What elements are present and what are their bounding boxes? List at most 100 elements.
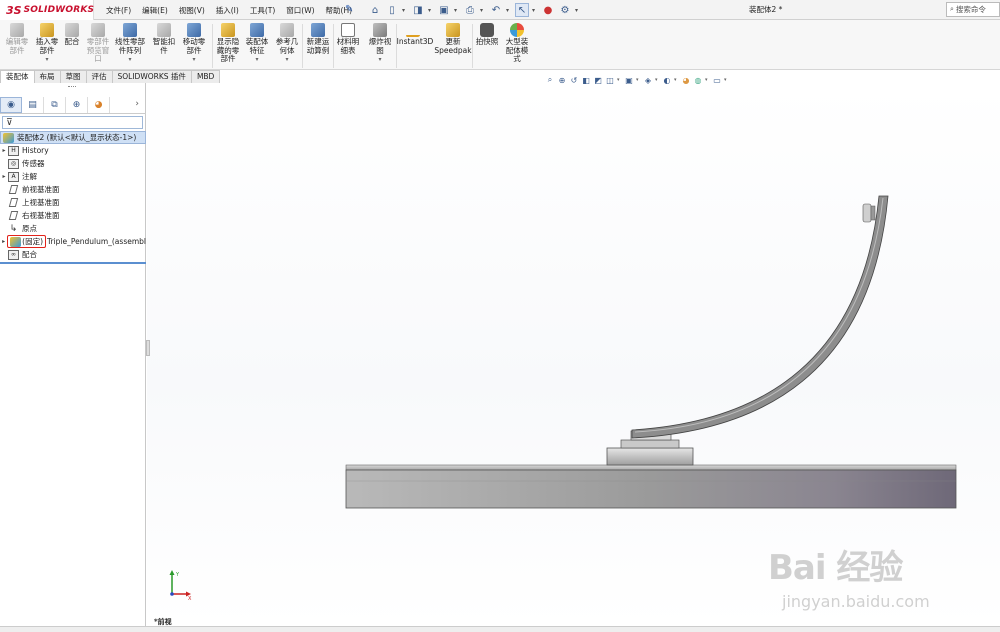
- assembly-features-button[interactable]: 装配体 特征 ▾: [243, 23, 271, 65]
- menu-edit[interactable]: 编辑(E): [142, 5, 168, 16]
- feature-manager-tab-icon[interactable]: ◉: [0, 97, 22, 113]
- edit-appearance-icon[interactable]: ◕: [681, 75, 691, 85]
- tree-item-origin[interactable]: ↳ 原点: [0, 222, 146, 235]
- zoom-to-fit-icon[interactable]: ⌕: [545, 75, 555, 85]
- chevron-down-icon[interactable]: ▾: [402, 7, 408, 14]
- property-manager-tab-icon[interactable]: ▤: [22, 97, 44, 113]
- save-icon[interactable]: ▣: [437, 3, 451, 17]
- new-motion-study-button[interactable]: 新建运 动算例: [304, 23, 332, 55]
- top-joint[interactable]: [862, 203, 876, 223]
- menu-insert[interactable]: 插入(I): [216, 5, 239, 16]
- tab-assembly[interactable]: 装配体: [0, 70, 35, 83]
- chevron-down-icon[interactable]: ▾: [45, 56, 48, 65]
- zoom-to-area-icon[interactable]: ⊕: [557, 75, 567, 85]
- instant3d-button[interactable]: Instant3D: [396, 23, 434, 47]
- search-input[interactable]: ⌕ 搜索命令: [946, 2, 1000, 17]
- expand-arrow-icon[interactable]: ▸: [0, 238, 7, 245]
- solidworks-logo[interactable]: 3S SOLIDWORKS: [0, 0, 94, 20]
- chevron-down-icon[interactable]: ▾: [454, 7, 460, 14]
- tab-evaluate[interactable]: 评估: [85, 70, 113, 83]
- instant3d-label: Instant3D: [396, 37, 434, 46]
- chevron-down-icon[interactable]: ▾: [724, 77, 729, 83]
- print-icon[interactable]: ⎙: [463, 3, 477, 17]
- section-view-icon[interactable]: ◧: [581, 75, 591, 85]
- previous-view-icon[interactable]: ↺: [569, 75, 579, 85]
- tab-addins[interactable]: SOLIDWORKS 插件: [111, 70, 192, 83]
- apply-scene-icon[interactable]: ◍: [693, 75, 703, 85]
- tree-item-front-plane[interactable]: 前视基准面: [0, 183, 146, 196]
- mate-button[interactable]: 配合: [63, 23, 81, 47]
- tree-item-right-plane[interactable]: 右视基准面: [0, 209, 146, 222]
- move-component-button[interactable]: 移动零 部件 ▾: [180, 23, 208, 65]
- home-icon[interactable]: ⌂: [368, 3, 382, 17]
- tree-item-component[interactable]: ▸ (固定) Triple_Pendulum_(assembl: [0, 235, 146, 248]
- expand-arrow-icon[interactable]: ▸: [0, 147, 8, 154]
- view-selector-icon[interactable]: ◫: [605, 75, 615, 85]
- chevron-down-icon[interactable]: ▾: [655, 77, 660, 83]
- menu-window[interactable]: 窗口(W): [286, 5, 314, 16]
- chevron-down-icon[interactable]: ▾: [378, 56, 381, 65]
- pin-icon[interactable]: ✎: [345, 4, 355, 16]
- linear-pattern-button[interactable]: 线性零部 件阵列 ▾: [113, 23, 147, 65]
- chevron-down-icon[interactable]: ▾: [428, 7, 434, 14]
- chevron-down-icon[interactable]: ▾: [128, 56, 131, 65]
- display-manager-tab-icon[interactable]: ◕: [88, 97, 110, 113]
- smart-fasteners-button[interactable]: 智能扣 件: [151, 23, 177, 55]
- panel-grip[interactable]: [68, 86, 76, 89]
- rollback-bar[interactable]: [0, 262, 146, 264]
- chevron-down-icon[interactable]: ▾: [636, 77, 641, 83]
- chevron-down-icon[interactable]: ▾: [506, 7, 512, 14]
- traffic-light-icon[interactable]: ●: [541, 3, 555, 17]
- pendulum-arm[interactable]: [631, 195, 889, 439]
- tab-sketch[interactable]: 草图: [59, 70, 87, 83]
- expand-arrow-icon[interactable]: ▸: [0, 173, 8, 180]
- new-document-icon[interactable]: ▯: [385, 3, 399, 17]
- menu-tools[interactable]: 工具(T): [250, 5, 275, 16]
- undo-icon[interactable]: ↶: [489, 3, 503, 17]
- tree-root-assembly[interactable]: 装配体2 (默认<默认_显示状态-1>): [0, 131, 146, 144]
- dimxpert-tab-icon[interactable]: ⊕: [66, 97, 88, 113]
- chevron-down-icon[interactable]: ▾: [480, 7, 486, 14]
- tree-item-sensors[interactable]: ◎ 传感器: [0, 157, 146, 170]
- menu-file[interactable]: 文件(F): [106, 5, 131, 16]
- bill-of-materials-button[interactable]: 材料明 细表: [335, 23, 361, 55]
- chevron-down-icon[interactable]: ▾: [532, 7, 538, 14]
- chevron-down-icon[interactable]: ▾: [617, 77, 622, 83]
- component-preview-button[interactable]: 零部件 预览窗 口: [85, 23, 111, 64]
- select-cursor-icon[interactable]: ↖: [515, 3, 529, 17]
- panel-collapse-handle[interactable]: [146, 340, 150, 356]
- insert-component-button[interactable]: 插入零 部件 ▾: [33, 23, 61, 65]
- base-plate[interactable]: [345, 464, 957, 509]
- tree-item-annotations[interactable]: ▸ A 注解: [0, 170, 146, 183]
- reference-geometry-button[interactable]: 参考几 何体 ▾: [273, 23, 301, 65]
- display-style-icon[interactable]: ◈: [643, 75, 653, 85]
- edit-component-button[interactable]: 编辑零 部件: [4, 23, 30, 55]
- tree-filter-input[interactable]: ⊽: [2, 116, 143, 129]
- tab-layout[interactable]: 布局: [33, 70, 61, 83]
- view-orientation-icon[interactable]: ▣: [624, 75, 634, 85]
- tree-item-top-plane[interactable]: 上视基准面: [0, 196, 146, 209]
- ribbon-separator: [212, 24, 213, 68]
- chevron-down-icon[interactable]: ▾: [255, 56, 258, 65]
- chevron-right-icon[interactable]: ›: [135, 99, 139, 109]
- view-settings-icon[interactable]: ▭: [712, 75, 722, 85]
- exploded-view-button[interactable]: 爆炸视 图 ▾: [366, 23, 394, 65]
- dynamic-annotation-icon[interactable]: ◩: [593, 75, 603, 85]
- show-hidden-components-button[interactable]: 显示隐 藏的零 部件: [214, 23, 242, 64]
- tree-item-history[interactable]: ▸ H History: [0, 144, 146, 157]
- update-speedpak-button[interactable]: 更新 Speedpak: [434, 23, 472, 55]
- take-snapshot-button[interactable]: 拍快照: [474, 23, 500, 47]
- tree-item-mates[interactable]: ∞ 配合: [0, 248, 146, 261]
- options-gear-icon[interactable]: ⚙: [558, 3, 572, 17]
- large-assembly-mode-button[interactable]: 大型装 配体模 式: [503, 23, 531, 64]
- chevron-down-icon[interactable]: ▾: [192, 56, 195, 65]
- chevron-down-icon[interactable]: ▾: [285, 56, 288, 65]
- hide-show-items-icon[interactable]: ◐: [662, 75, 672, 85]
- chevron-down-icon[interactable]: ▾: [674, 77, 679, 83]
- open-icon[interactable]: ◨: [411, 3, 425, 17]
- configuration-manager-tab-icon[interactable]: ⧉: [44, 97, 66, 113]
- tab-mbd[interactable]: MBD: [190, 70, 221, 83]
- chevron-down-icon[interactable]: ▾: [575, 7, 581, 14]
- menu-view[interactable]: 视图(V): [179, 5, 205, 16]
- chevron-down-icon[interactable]: ▾: [705, 77, 710, 83]
